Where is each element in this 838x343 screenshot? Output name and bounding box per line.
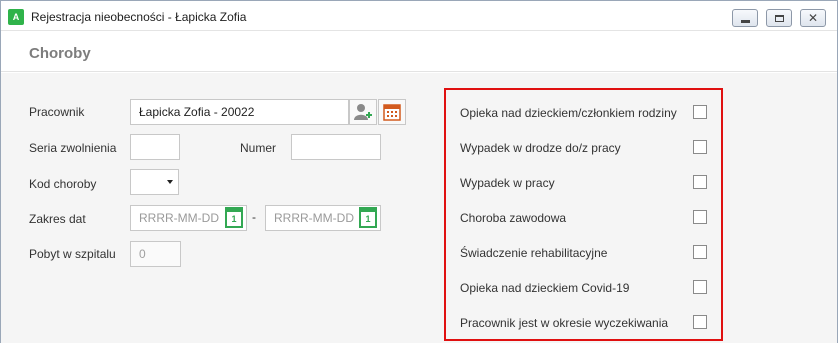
disease-code-select[interactable] (130, 169, 179, 195)
minimize-icon (740, 19, 750, 23)
employee-label: Pracownik (29, 105, 85, 119)
app-icon: A (8, 9, 24, 25)
minimize-button[interactable] (732, 9, 758, 27)
family-care-checkbox[interactable] (693, 105, 707, 119)
close-button[interactable]: ✕ (800, 9, 826, 27)
date-from-placeholder: RRRR-MM-DD (139, 211, 219, 225)
date-separator: - (252, 210, 256, 224)
chevron-down-icon (167, 180, 173, 184)
occupational-disease-checkbox[interactable] (693, 210, 707, 224)
section-title: Choroby (29, 45, 91, 62)
checkbox-row[interactable]: Choroba zawodowa (460, 209, 710, 227)
checkbox-label: Wypadek w drodze do/z pracy (460, 141, 621, 155)
maximize-icon (774, 14, 784, 22)
checkbox-row[interactable]: Świadczenie rehabilitacyjne (460, 244, 710, 262)
add-person-icon (354, 104, 372, 120)
add-employee-button[interactable] (349, 99, 377, 125)
work-accident-checkbox[interactable] (693, 175, 707, 189)
calendar-button[interactable] (378, 99, 406, 125)
title-bar: A Rejestracja nieobecności - Łapicka Zof… (1, 1, 837, 31)
hospital-days-input[interactable]: 0 (130, 241, 181, 267)
date-range-label: Zakres dat (29, 212, 86, 226)
series-input[interactable] (130, 134, 180, 160)
checkbox-row[interactable]: Pracownik jest w okresie wyczekiwania (460, 314, 710, 332)
checkbox-row[interactable]: Wypadek w drodze do/z pracy (460, 139, 710, 157)
calendar-icon (383, 104, 401, 121)
checkbox-label: Opieka nad dzieckiem Covid-19 (460, 281, 630, 295)
waiting-period-checkbox[interactable] (693, 315, 707, 329)
checkbox-label: Pracownik jest w okresie wyczekiwania (460, 316, 669, 330)
series-label: Seria zwolnienia (29, 141, 117, 155)
covid-child-care-checkbox[interactable] (693, 280, 707, 294)
employee-field[interactable]: Łapicka Zofia - 20022 (130, 99, 349, 125)
checkbox-label: Wypadek w pracy (460, 176, 555, 190)
section-header: Choroby (1, 32, 837, 72)
checkbox-row[interactable]: Wypadek w pracy (460, 174, 710, 192)
date-to-placeholder: RRRR-MM-DD (274, 211, 354, 225)
commute-accident-checkbox[interactable] (693, 140, 707, 154)
date-from-calendar-icon[interactable]: 1 (225, 207, 243, 228)
date-from-input[interactable]: RRRR-MM-DD 1 (130, 205, 247, 231)
date-to-calendar-icon[interactable]: 1 (359, 207, 377, 228)
dialog-window: A Rejestracja nieobecności - Łapicka Zof… (0, 0, 838, 343)
checkbox-label: Choroba zawodowa (460, 211, 567, 225)
checkbox-row[interactable]: Opieka nad dzieckiem Covid-19 (460, 279, 710, 297)
checkbox-row[interactable]: Opieka nad dzieckiem/członkiem rodziny (460, 104, 710, 122)
window-title: Rejestracja nieobecności - Łapicka Zofia (31, 10, 247, 24)
disease-code-label: Kod choroby (29, 177, 97, 191)
maximize-button[interactable] (766, 9, 792, 27)
rehabilitation-benefit-checkbox[interactable] (693, 245, 707, 259)
date-to-input[interactable]: RRRR-MM-DD 1 (265, 205, 381, 231)
checkbox-label: Opieka nad dzieckiem/członkiem rodziny (460, 106, 677, 120)
close-icon: ✕ (807, 11, 819, 25)
checkbox-label: Świadczenie rehabilitacyjne (460, 246, 608, 260)
number-input[interactable] (291, 134, 381, 160)
hospital-label: Pobyt w szpitalu (29, 247, 116, 261)
number-label: Numer (240, 141, 277, 155)
